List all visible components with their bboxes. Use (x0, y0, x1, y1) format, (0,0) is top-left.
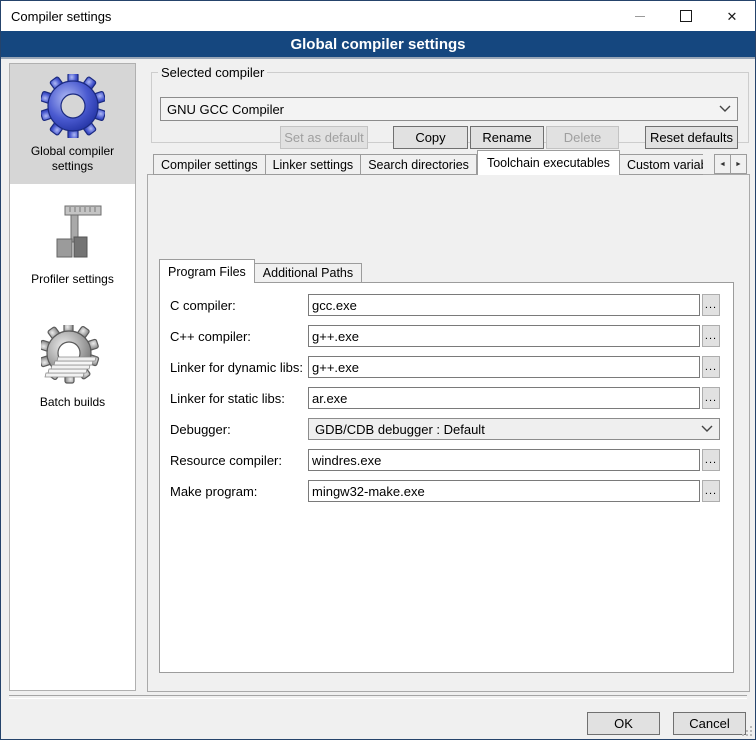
delete-button: Delete (546, 126, 619, 149)
page-title: Global compiler settings (290, 36, 465, 53)
field-label: C++ compiler: (170, 329, 308, 344)
c-compiler-input[interactable]: gcc.exe (308, 294, 700, 316)
chevron-down-icon (719, 105, 731, 113)
browse-button[interactable]: ... (702, 356, 720, 378)
footer-divider (9, 695, 747, 699)
settings-tabstrip: Compiler settings Linker settings Search… (153, 150, 703, 175)
field-label: Resource compiler: (170, 453, 308, 468)
sidebar-item-label: Batch builds (34, 395, 111, 410)
field-row-debugger: Debugger: GDB/CDB debugger : Default (170, 418, 720, 440)
field-row-make-program: Make program: mingw32-make.exe ... (170, 480, 720, 502)
copy-button[interactable]: Copy (393, 126, 468, 149)
minimize-button[interactable] (617, 1, 663, 31)
sidebar-item-label: Global compiler settings (10, 144, 135, 174)
cancel-button[interactable]: Cancel (673, 712, 746, 735)
browse-button[interactable]: ... (702, 325, 720, 347)
program-files-panel: C compiler: gcc.exe ... C++ compiler: g+… (159, 282, 734, 673)
sidebar-item-batch-builds[interactable]: Batch builds (10, 312, 135, 422)
field-row-static-linker: Linker for static libs: ar.exe ... (170, 387, 720, 409)
field-label: C compiler: (170, 298, 308, 313)
subtab-additional-paths[interactable]: Additional Paths (255, 263, 362, 283)
sidebar-item-global-compiler-settings[interactable]: Global compiler settings (10, 64, 135, 184)
field-row-dynamic-linker: Linker for dynamic libs: g++.exe ... (170, 356, 720, 378)
selected-compiler-legend: Selected compiler (158, 65, 267, 80)
chevron-down-icon (701, 425, 713, 433)
resize-grip[interactable] (742, 726, 752, 736)
tab-scroll-buttons: ◄ ► (715, 154, 747, 174)
titlebar: Compiler settings ✕ (1, 1, 755, 31)
window-title: Compiler settings (1, 9, 617, 24)
field-row-c-compiler: C compiler: gcc.exe ... (170, 294, 720, 316)
compiler-buttons-row: Set as default Copy Rename Delete Reset … (280, 126, 738, 149)
close-icon: ✕ (727, 10, 738, 23)
tab-search-directories[interactable]: Search directories (361, 154, 477, 175)
compiler-select-value: GNU GCC Compiler (167, 102, 719, 117)
batch-builds-icon (41, 325, 105, 389)
dynamic-linker-input[interactable]: g++.exe (308, 356, 700, 378)
rename-button[interactable]: Rename (470, 126, 544, 149)
field-row-resource-compiler: Resource compiler: windres.exe ... (170, 449, 720, 471)
compiler-settings-dialog: Compiler settings ✕ Global compiler sett… (0, 0, 756, 740)
browse-button[interactable]: ... (702, 480, 720, 502)
program-files-tabstrip: Program Files Additional Paths (159, 259, 362, 283)
tab-compiler-settings[interactable]: Compiler settings (153, 154, 266, 175)
cpp-compiler-input[interactable]: g++.exe (308, 325, 700, 347)
maximize-icon (680, 10, 692, 22)
make-program-input[interactable]: mingw32-make.exe (308, 480, 700, 502)
subtab-program-files[interactable]: Program Files (159, 259, 255, 283)
browse-button[interactable]: ... (702, 387, 720, 409)
tab-linker-settings[interactable]: Linker settings (266, 154, 362, 175)
sidebar-item-label: Profiler settings (25, 272, 120, 287)
field-label: Linker for static libs: (170, 391, 308, 406)
reset-defaults-button[interactable]: Reset defaults (645, 126, 738, 149)
set-as-default-button: Set as default (280, 126, 368, 149)
tab-scroll-left-button[interactable]: ◄ (714, 154, 731, 174)
selected-compiler-group: Selected compiler GNU GCC Compiler Set a… (151, 65, 749, 143)
field-label: Make program: (170, 484, 308, 499)
browse-button[interactable]: ... (702, 449, 720, 471)
minimize-icon (635, 16, 645, 17)
compiler-select[interactable]: GNU GCC Compiler (160, 97, 738, 121)
field-row-cpp-compiler: C++ compiler: g++.exe ... (170, 325, 720, 347)
debugger-select[interactable]: GDB/CDB debugger : Default (308, 418, 720, 440)
close-button[interactable]: ✕ (709, 1, 755, 31)
field-label: Debugger: (170, 422, 308, 437)
header-banner: Global compiler settings (1, 31, 755, 59)
maximize-button[interactable] (663, 1, 709, 31)
ok-button[interactable]: OK (587, 712, 660, 735)
debugger-select-value: GDB/CDB debugger : Default (315, 422, 701, 437)
tab-toolchain-executables[interactable]: Toolchain executables (477, 150, 620, 175)
blue-gear-icon (41, 74, 105, 138)
tab-scroll-right-button[interactable]: ► (730, 154, 747, 174)
static-linker-input[interactable]: ar.exe (308, 387, 700, 409)
browse-button[interactable]: ... (702, 294, 720, 316)
sidebar: Global compiler settings Profiler settin… (9, 63, 136, 691)
caliper-icon (41, 202, 105, 266)
field-label: Linker for dynamic libs: (170, 360, 308, 375)
tab-custom-variables[interactable]: Custom variables (620, 154, 703, 175)
sidebar-item-profiler-settings[interactable]: Profiler settings (10, 194, 135, 294)
resource-compiler-input[interactable]: windres.exe (308, 449, 700, 471)
